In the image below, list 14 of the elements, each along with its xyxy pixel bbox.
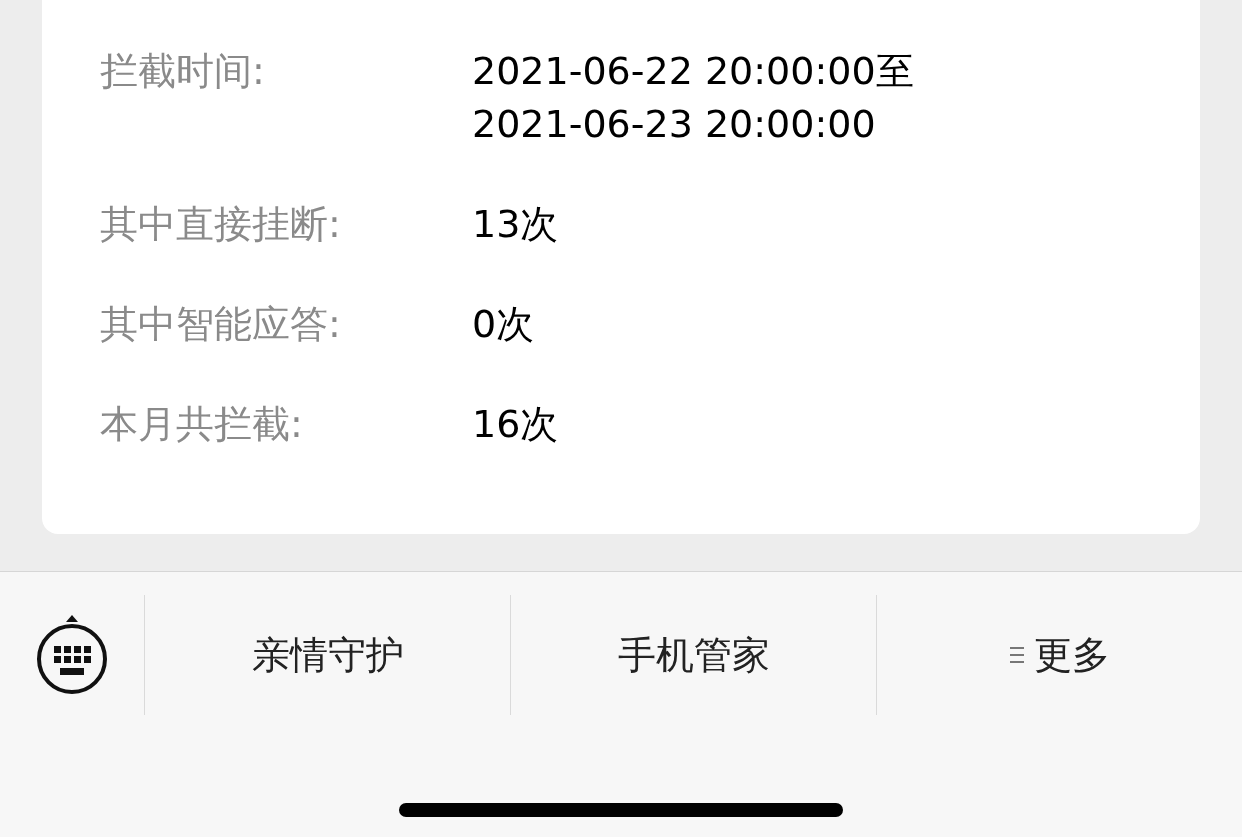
field-value: 2021-06-23 20:00:00 <box>472 101 876 148</box>
field-label: 拦截时间: <box>100 48 266 95</box>
field-label: 其中直接挂断: <box>100 201 342 248</box>
field-label: 本月共拦截: <box>100 401 304 448</box>
menu-item[interactable]: 亲情守护 <box>145 595 511 715</box>
keyboard-icon <box>36 613 108 697</box>
field-value: 0次 <box>472 301 535 348</box>
menu-icon <box>1009 646 1024 664</box>
field-label: 其中智能应答: <box>100 301 342 348</box>
field-value: 13次 <box>472 201 559 248</box>
field-value: 16次 <box>472 401 559 448</box>
menu-item[interactable]: 更多 <box>877 595 1242 715</box>
field-value: 2021-06-22 20:00:00至 <box>472 48 914 95</box>
menu-item[interactable]: 手机管家 <box>511 595 877 715</box>
